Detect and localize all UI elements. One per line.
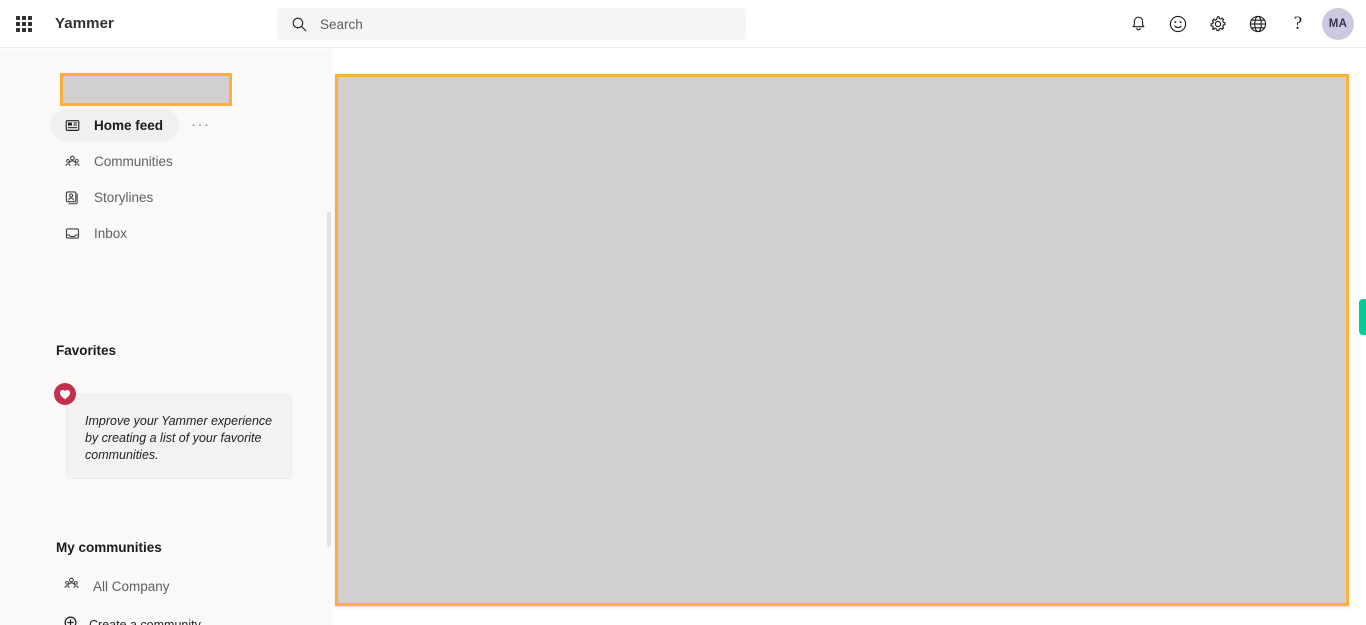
create-a-community-label: Create a community [89, 618, 201, 625]
sidebar-item-label: Storylines [94, 189, 154, 205]
inbox-icon [64, 225, 80, 241]
storylines-icon [64, 189, 80, 205]
communities-icon [64, 153, 80, 169]
sidebar-item-communities[interactable]: Communities [50, 145, 189, 177]
app-header: Yammer Search ? MA [0, 0, 1366, 48]
favorites-empty-state-card: Improve your Yammer experience by creati… [66, 394, 292, 479]
app-launcher-icon[interactable] [4, 4, 44, 44]
sidebar-item-label: Communities [94, 153, 173, 169]
sidebar-item-storylines[interactable]: Storylines [50, 181, 169, 213]
feedback-smiley-icon[interactable] [1158, 4, 1198, 44]
sidebar-scrollbar-thumb[interactable] [327, 212, 331, 547]
nav-row: Communities [0, 145, 332, 177]
sidebar-item-label: Home feed [94, 117, 164, 133]
my-communities-section-title: My communities [56, 540, 162, 555]
nav-row: Inbox [0, 217, 332, 249]
main-content [332, 49, 1366, 625]
nav-row: Storylines [0, 181, 332, 213]
heart-icon [54, 383, 76, 405]
search-placeholder: Search [320, 16, 363, 32]
communities-icon [64, 576, 79, 596]
settings-gear-icon[interactable] [1198, 4, 1238, 44]
create-a-community-button[interactable]: Create a community [50, 609, 215, 625]
waffle-dot [28, 27, 32, 32]
sidebar-loading-placeholder[interactable] [60, 73, 232, 106]
search-icon [292, 17, 307, 31]
primary-navigation: Home feed ··· Communities Storylines Inb… [0, 109, 332, 253]
search-input[interactable]: Search [277, 8, 746, 40]
waffle-dot [16, 15, 20, 20]
home-feed-icon [64, 117, 80, 133]
home-feed-overflow-button[interactable]: ··· [188, 114, 214, 136]
waffle-dot [28, 15, 32, 20]
favorites-empty-state-text: Improve your Yammer experience by creati… [85, 414, 273, 462]
sidebar-item-inbox[interactable]: Inbox [50, 217, 143, 249]
network-globe-icon[interactable] [1238, 4, 1278, 44]
main-content-loading-placeholder[interactable] [335, 74, 1349, 606]
notifications-icon[interactable] [1118, 4, 1158, 44]
sidebar-item-all-company[interactable]: All Company [50, 570, 184, 602]
sidebar-item-home-feed[interactable]: Home feed [50, 109, 180, 141]
waffle-dot [28, 21, 32, 26]
add-circle-icon [64, 616, 77, 625]
waffle-dot [22, 21, 26, 26]
waffle-dot [16, 27, 20, 32]
app-title[interactable]: Yammer [55, 15, 114, 32]
waffle-grid [16, 15, 32, 32]
waffle-dot [16, 21, 20, 26]
sidebar-item-label: Inbox [94, 225, 128, 241]
favorites-section-title: Favorites [56, 343, 117, 358]
waffle-dot [22, 27, 26, 32]
help-icon[interactable]: ? [1278, 4, 1318, 44]
sidebar-item-label: All Company [93, 578, 170, 594]
sidebar: Home feed ··· Communities Storylines Inb… [0, 49, 332, 625]
header-actions: ? MA [1118, 0, 1360, 48]
waffle-dot [22, 15, 26, 20]
feedback-tab[interactable] [1359, 299, 1366, 335]
nav-row: Home feed ··· [0, 109, 332, 141]
avatar[interactable]: MA [1322, 8, 1354, 40]
